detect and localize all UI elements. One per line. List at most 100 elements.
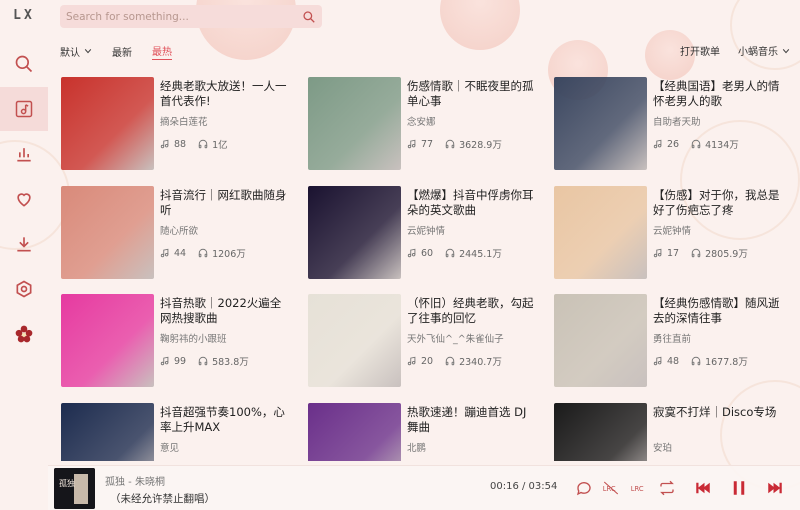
song-count-value: 99 [174, 355, 187, 367]
music-list-icon [15, 100, 33, 118]
search-input[interactable] [66, 10, 302, 23]
music-note-icon [653, 248, 662, 258]
chevron-down-icon [782, 48, 790, 53]
song-count: 20 [407, 356, 433, 367]
playlist-card[interactable]: 热歌速递！蹦迪首选 DJ舞曲 北鹏 [308, 403, 548, 461]
lyric-button[interactable]: LRC [628, 478, 650, 498]
playlist-title[interactable]: （怀旧）经典老歌，勾起了往事的回忆 [407, 296, 537, 326]
playlist-title[interactable]: 抖音热歌｜2022火遍全网热搜歌曲 [160, 296, 290, 326]
desktop-lyric-button[interactable]: LRC [600, 478, 622, 498]
repeat-icon [660, 480, 674, 496]
song-count: 48 [653, 356, 679, 367]
tab-latest[interactable]: 最新 [112, 44, 132, 59]
source-dropdown[interactable]: 小蜗音乐 [738, 43, 790, 58]
playlist-title[interactable]: 经典老歌大放送！一人一首代表作! [160, 79, 290, 109]
sidebar: LX [0, 0, 48, 465]
sidebar-search[interactable] [0, 42, 48, 86]
playlist-cover[interactable] [554, 77, 647, 170]
svg-text:LRC: LRC [631, 485, 644, 493]
playlist-cover[interactable] [554, 294, 647, 387]
now-playing-song[interactable]: 孤独 - 朱晓桐 [105, 473, 165, 488]
playlist-author: 自助者天助 [653, 117, 701, 128]
playlist-title[interactable]: 【经典伤感情歌】随风逝去的深情往事 [653, 296, 783, 326]
playlist-card[interactable]: 抖音超强节奏100%，心率上升MAX 意见 [61, 403, 301, 461]
headphones-icon [445, 356, 455, 366]
previous-button[interactable] [690, 478, 716, 498]
song-count: 17 [653, 248, 679, 259]
headphones-icon [691, 248, 701, 258]
playlist-cover[interactable] [308, 403, 401, 461]
song-count: 60 [407, 248, 433, 259]
playlist-title[interactable]: 【经典国语】老男人的情怀老男人的歌 [653, 79, 783, 109]
playlist-card[interactable]: 寂寞不打烊｜Disco专场安珀701369.8万 [554, 403, 794, 461]
playlist-title[interactable]: 【伤感】对于你，我总是好了伤疤忘了疼 [653, 188, 783, 218]
playlist-info: 热歌速递！蹦迪首选 DJ舞曲 北鹏 [407, 403, 537, 461]
playlist-card[interactable]: （怀旧）经典老歌，勾起了往事的回忆 天外飞仙^_^朱雀仙子 20 2340.7万 [308, 294, 548, 387]
song-count-value: 60 [421, 247, 434, 259]
playlist-cover[interactable] [554, 403, 647, 461]
song-count-value: 26 [667, 138, 680, 150]
play-count: 2445.1万 [445, 246, 502, 260]
pause-button[interactable] [726, 478, 752, 498]
playlist-card[interactable]: 抖音流行｜网红歌曲随身听 随心所欲 44 1206万 [61, 186, 301, 279]
playlist-cover[interactable] [61, 77, 154, 170]
playlist-info: 抖音超强节奏100%，心率上升MAX 意见 [160, 403, 290, 461]
sidebar-leaderboard[interactable] [0, 132, 48, 176]
settings-hexagon-icon [16, 280, 32, 298]
sidebar-download[interactable] [0, 222, 48, 266]
playlist-card[interactable]: 伤感情歌｜不眠夜里的孤单心事 念安娜 77 3628.9万 [308, 77, 548, 170]
playlist-title[interactable]: 寂寞不打烊｜Disco专场 [653, 405, 783, 435]
playlist-cover[interactable] [61, 403, 154, 461]
playlist-card[interactable]: 抖音热歌｜2022火遍全网热搜歌曲鞠躬祎的小跟班 99 583.8万 [61, 294, 301, 387]
headphones-icon [198, 356, 208, 366]
playlist-title[interactable]: 抖音超强节奏100%，心率上升MAX [160, 405, 290, 435]
search-icon[interactable] [302, 10, 316, 24]
playlist-author: 意见 [160, 443, 180, 454]
playlist-card[interactable]: 经典老歌大放送！一人一首代表作! 摘朵白莲花 88 1亿 [61, 77, 301, 170]
playlist-info: 【经典伤感情歌】随风逝去的深情往事 勇往直前 48 1677.8万 [653, 294, 783, 387]
tab-hottest[interactable]: 最热 [152, 43, 172, 60]
lrc-icon: LRC [603, 481, 619, 495]
sidebar-theme[interactable] [0, 312, 48, 356]
playlist-author: 鞠躬祎的小跟班 [160, 334, 227, 345]
playlist-title[interactable]: 热歌速递！蹦迪首选 DJ舞曲 [407, 405, 537, 435]
music-note-icon [407, 248, 416, 258]
comment-button[interactable] [574, 478, 594, 498]
playlist-cover[interactable] [308, 294, 401, 387]
previous-icon [696, 482, 710, 494]
song-count-value: 48 [667, 355, 680, 367]
sidebar-song-list[interactable] [0, 87, 48, 131]
playlist-cover[interactable] [308, 186, 401, 279]
playback-time: 00:16 / 03:54 [490, 481, 558, 492]
playlist-card[interactable]: 【伤感】对于你，我总是好了伤疤忘了疼 云妮钟情 17 2805.9万 [554, 186, 794, 279]
headphones-icon [445, 139, 455, 149]
next-button[interactable] [762, 478, 788, 498]
open-playlist-button[interactable]: 打开歌单 [680, 43, 720, 58]
sidebar-settings[interactable] [0, 267, 48, 311]
sidebar-favorites[interactable] [0, 177, 48, 221]
playlist-info: 伤感情歌｜不眠夜里的孤单心事 念安娜 77 3628.9万 [407, 77, 537, 170]
playlist-title[interactable]: 伤感情歌｜不眠夜里的孤单心事 [407, 79, 537, 109]
playlist-cover[interactable] [61, 186, 154, 279]
play-count: 2805.9万 [691, 246, 748, 260]
play-count-value: 3628.9万 [459, 140, 502, 151]
now-playing-cover[interactable]: 孤独 [54, 468, 95, 509]
music-note-icon [160, 248, 169, 258]
playlist-title[interactable]: 【燃爆】抖音中俘虏你耳朵的英文歌曲 [407, 188, 537, 218]
top-actions: 打开歌单 小蜗音乐 [662, 43, 790, 58]
playlist-cover[interactable] [308, 77, 401, 170]
playlist-stats: 48 1677.8万 [653, 354, 783, 368]
sort-default-dropdown[interactable]: 默认 [60, 44, 92, 59]
playlist-title[interactable]: 抖音流行｜网红歌曲随身听 [160, 188, 290, 218]
heart-icon [17, 193, 31, 207]
download-icon [17, 237, 31, 252]
play-count: 583.8万 [198, 354, 249, 368]
playlist-cover[interactable] [61, 294, 154, 387]
playlist-card[interactable]: 【经典伤感情歌】随风逝去的深情往事 勇往直前 48 1677.8万 [554, 294, 794, 387]
playlist-card[interactable]: 【经典国语】老男人的情怀老男人的歌自助者天助 26 4134万 [554, 77, 794, 170]
playlist-cover[interactable] [554, 186, 647, 279]
play-mode-button[interactable] [656, 478, 678, 498]
playlist-card[interactable]: 【燃爆】抖音中俘虏你耳朵的英文歌曲 云妮钟情 60 2445.1万 [308, 186, 548, 279]
playlist-stats: 88 1亿 [160, 137, 290, 151]
play-count-value: 4134万 [705, 140, 739, 151]
